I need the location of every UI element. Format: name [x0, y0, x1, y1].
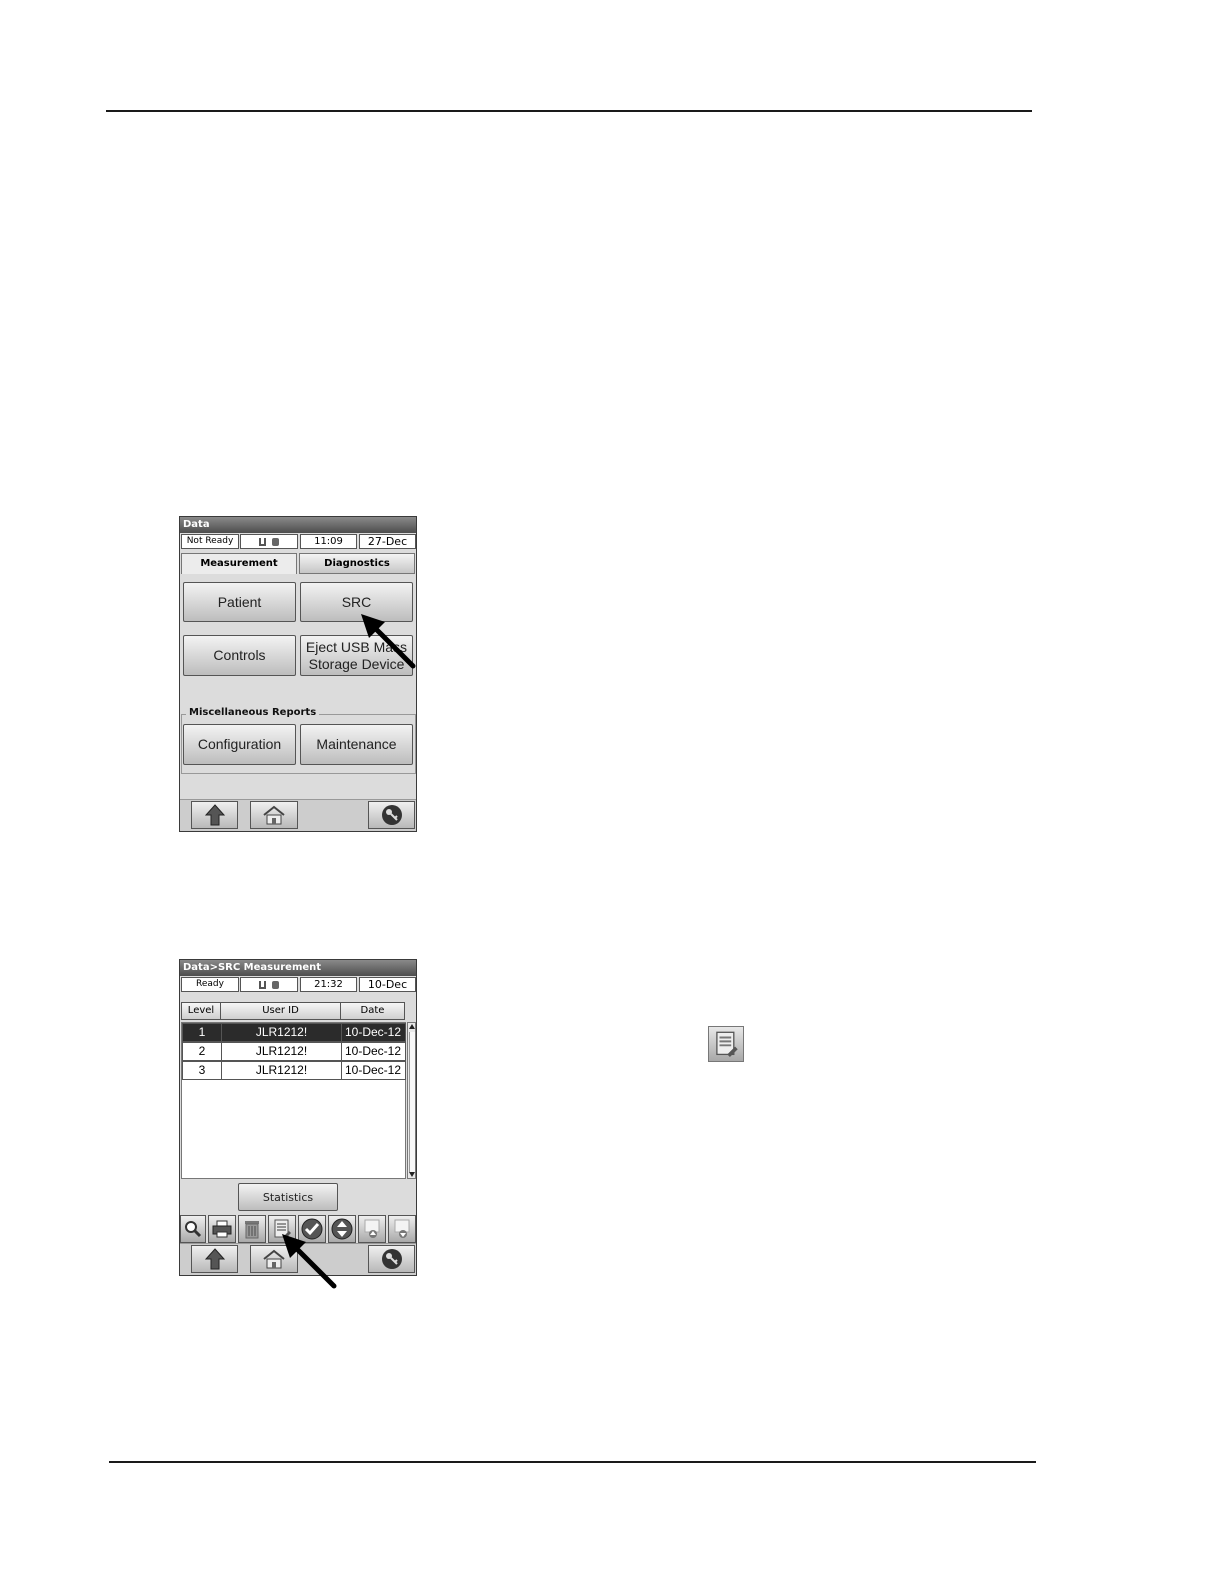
row-user-id: JLR1212!: [221, 1061, 342, 1080]
up-arrow-icon: [204, 1248, 225, 1270]
printer-icon: [212, 1220, 232, 1238]
print-button[interactable]: [208, 1215, 236, 1243]
tab-diagnostics[interactable]: Diagnostics: [299, 553, 415, 574]
status-bar: Ready 21:32 10-Dec: [180, 977, 416, 993]
search-button[interactable]: [180, 1215, 206, 1243]
home-button[interactable]: [250, 801, 298, 829]
drive-icon: [272, 981, 279, 989]
misc-reports-label: Miscellaneous Reports: [186, 707, 320, 718]
usb-icon: [259, 981, 266, 989]
key-icon: [381, 805, 402, 825]
pointer-arrow-src: [361, 614, 416, 669]
status-date: 27-Dec: [359, 534, 416, 549]
row-level: 3: [182, 1061, 222, 1080]
edit-record-inline-icon: [708, 1026, 744, 1062]
statistics-button[interactable]: Statistics: [238, 1183, 338, 1211]
status-date: 10-Dec: [359, 977, 416, 992]
home-icon: [263, 805, 285, 825]
table-row[interactable]: 3 JLR1212! 10-Dec-12: [182, 1061, 406, 1080]
up-arrow-icon: [204, 804, 225, 826]
delete-button[interactable]: [238, 1215, 266, 1243]
drive-icon: [272, 538, 279, 546]
status-icons: [240, 534, 298, 549]
status-time: 21:32: [300, 977, 357, 992]
trash-icon: [245, 1221, 259, 1239]
configuration-button[interactable]: Configuration: [183, 724, 296, 765]
key-button[interactable]: [368, 1245, 415, 1273]
scroll-thumb[interactable]: [409, 1032, 415, 1172]
column-header-level[interactable]: Level: [181, 1002, 221, 1020]
magnifier-icon: [185, 1221, 202, 1238]
status-icons: [240, 977, 298, 992]
up-button[interactable]: [191, 1245, 238, 1273]
row-date: 10-Dec-12: [341, 1061, 406, 1080]
screen-title: Data: [180, 517, 416, 533]
data-screen: Data Not Ready 11:09 27-Dec Measurement …: [179, 516, 417, 832]
document-edit-icon: [716, 1031, 738, 1057]
status-time: 11:09: [300, 534, 357, 549]
scroll-up-icon[interactable]: [409, 1024, 415, 1029]
patient-button[interactable]: Patient: [183, 582, 296, 622]
row-date: 10-Dec-12: [341, 1042, 406, 1061]
key-icon: [381, 1249, 402, 1269]
tab-measurement[interactable]: Measurement: [181, 553, 297, 574]
column-header-date[interactable]: Date: [340, 1002, 405, 1020]
status-bar: Not Ready 11:09 27-Dec: [180, 534, 416, 550]
page-down-icon: [394, 1219, 410, 1238]
row-level: 2: [182, 1042, 222, 1061]
screen-title: Data>SRC Measurement: [180, 960, 416, 976]
maintenance-button[interactable]: Maintenance: [300, 724, 413, 765]
status-state: Ready: [181, 977, 239, 992]
table-row[interactable]: 1 JLR1212! 10-Dec-12: [182, 1023, 406, 1042]
page-up-button[interactable]: [358, 1215, 386, 1243]
column-header-user-id[interactable]: User ID: [220, 1002, 341, 1020]
controls-button[interactable]: Controls: [183, 635, 296, 676]
page-down-button[interactable]: [388, 1215, 416, 1243]
status-state: Not Ready: [181, 534, 239, 549]
row-user-id: JLR1212!: [221, 1023, 342, 1042]
row-level: 1: [182, 1023, 222, 1042]
usb-icon: [259, 538, 266, 546]
row-date: 10-Dec-12: [341, 1023, 406, 1042]
scroll-down-icon[interactable]: [409, 1172, 415, 1177]
pointer-arrow-edit: [282, 1234, 337, 1289]
up-button[interactable]: [191, 801, 238, 829]
page-up-icon: [364, 1219, 380, 1238]
table-row[interactable]: 2 JLR1212! 10-Dec-12: [182, 1042, 406, 1061]
nav-bar: [180, 799, 416, 831]
footer-rule: [109, 1461, 1036, 1463]
row-user-id: JLR1212!: [221, 1042, 342, 1061]
measurement-list: 1 JLR1212! 10-Dec-12 2 JLR1212! 10-Dec-1…: [181, 1022, 406, 1179]
header-rule: [106, 110, 1032, 112]
list-scrollbar[interactable]: [407, 1022, 416, 1179]
key-button[interactable]: [368, 801, 415, 829]
